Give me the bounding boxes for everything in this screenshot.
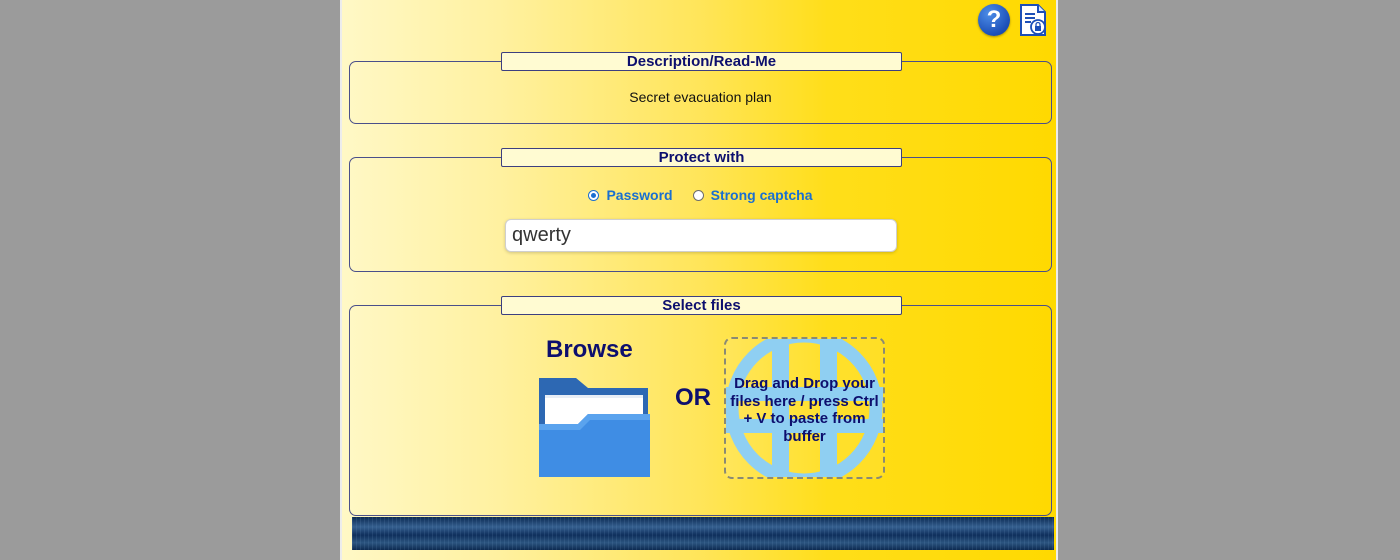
or-label: OR — [675, 384, 711, 411]
strong-captcha-radio[interactable] — [692, 189, 704, 201]
footer-banner — [352, 517, 1054, 550]
select-files-legend: Select files — [501, 296, 902, 315]
folder-icon[interactable] — [538, 376, 650, 477]
protect-section: Protect with Password Strong captcha — [349, 148, 1052, 272]
protected-document-icon[interactable] — [1018, 2, 1048, 38]
top-toolbar: ? — [978, 2, 1048, 38]
protect-legend: Protect with — [501, 148, 902, 167]
drop-zone[interactable]: Drag and Drop your files here / press Ct… — [724, 337, 885, 479]
select-files-section: Select files Browse OR Drag and Drop you… — [349, 296, 1052, 516]
password-option-label[interactable]: Password — [606, 187, 672, 203]
strong-captcha-option[interactable]: Strong captcha — [692, 187, 813, 203]
protection-options: Password Strong captcha — [350, 187, 1051, 203]
password-input[interactable] — [505, 219, 897, 252]
password-option[interactable]: Password — [588, 187, 673, 203]
drop-zone-text: Drag and Drop your files here / press Ct… — [730, 375, 879, 445]
help-icon[interactable]: ? — [978, 4, 1010, 36]
strong-captcha-option-label[interactable]: Strong captcha — [711, 187, 813, 203]
description-legend: Description/Read-Me — [501, 52, 902, 71]
main-panel: ? Description/Read-Me Secret evacuation … — [340, 0, 1058, 560]
browse-label[interactable]: Browse — [546, 336, 633, 364]
password-radio[interactable] — [588, 189, 600, 201]
description-section: Description/Read-Me Secret evacuation pl… — [349, 52, 1052, 124]
description-text: Secret evacuation plan — [629, 89, 772, 105]
